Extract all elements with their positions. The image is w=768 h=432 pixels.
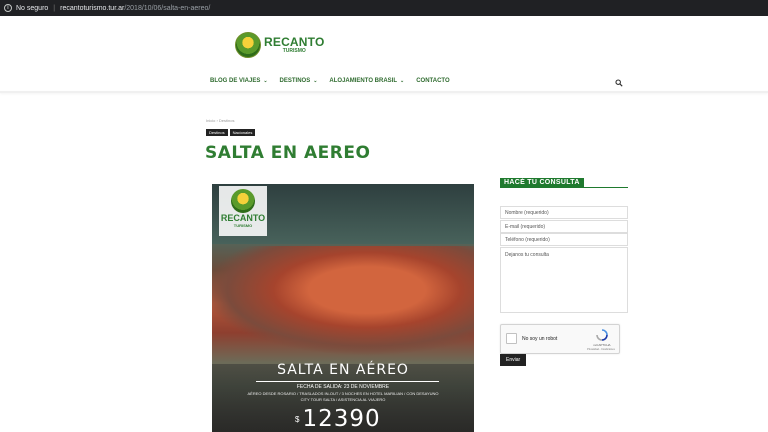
header-divider <box>0 91 768 93</box>
nav-item-alojamiento[interactable]: ALOJAMIENTO BRASIL ⌄ <box>329 78 404 84</box>
sidebar-title: HACÉ TU CONSULTA <box>500 178 584 187</box>
nav-item-contacto[interactable]: CONTACTO <box>416 78 449 84</box>
breadcrumb: Inicio › Destinos <box>206 118 234 123</box>
price-value: 12390 <box>302 406 381 432</box>
nav-label: DESTINOS <box>279 78 311 84</box>
hero-mountain <box>212 246 474 356</box>
chevron-down-icon: ⌄ <box>263 78 268 84</box>
palm-tree-icon <box>235 32 261 58</box>
page-title: SALTA EN AEREO <box>205 143 371 163</box>
recaptcha-widget: No soy un robot reCAPTCHA Privacidad - C… <box>500 324 620 354</box>
nav-label: ALOJAMIENTO BRASIL <box>329 78 397 84</box>
hero-description-line-1: AÉREO DESDE ROSARIO / TRASLADOS IN-OUT /… <box>247 391 439 396</box>
address-separator: | <box>53 4 56 12</box>
search-icon[interactable] <box>615 79 623 87</box>
submit-button[interactable]: Enviar <box>500 354 527 366</box>
sidebar-title-rule <box>500 187 628 188</box>
hero-divider <box>256 381 439 382</box>
hero-title: SALTA EN AÉREO <box>277 362 409 378</box>
url-domain[interactable]: recantoturismo.tur.ar <box>60 5 124 12</box>
tag-destinos[interactable]: Destinos <box>206 129 228 136</box>
hero-logo-subtitle: TURISMO <box>233 223 253 228</box>
hero-logo: RECANTO TURISMO <box>219 186 267 236</box>
hero-price: $ 12390 <box>295 406 381 432</box>
recaptcha-logo-icon <box>596 329 608 341</box>
price-currency: $ <box>295 415 300 424</box>
nav-item-destinos[interactable]: DESTINOS ⌄ <box>280 78 318 84</box>
recaptcha-terms[interactable]: Privacidad - Condiciones <box>581 348 621 351</box>
site-logo[interactable]: RECANTO TURISMO <box>235 32 325 58</box>
url-path[interactable]: /2018/10/06/salta-en-aereo/ <box>124 5 210 12</box>
main-nav: BLOG DE VIAJES ⌄ DESTINOS ⌄ ALOJAMIENTO … <box>210 78 462 84</box>
phone-field[interactable]: Teléfono (requerido) <box>500 233 628 246</box>
email-field[interactable]: E-mail (requerido) <box>500 220 628 233</box>
info-icon[interactable]: i <box>4 4 12 12</box>
nav-label: BLOG DE VIAJES <box>210 78 261 84</box>
category-tags: Destinos Nacionales <box>206 129 257 136</box>
breadcrumb-home[interactable]: Inicio <box>206 118 215 123</box>
hero-logo-brand: RECANTO <box>220 213 266 223</box>
recaptcha-brand: reCAPTCHA <box>593 343 611 347</box>
security-label: No seguro <box>16 4 49 12</box>
chevron-down-icon: ⌄ <box>313 78 318 84</box>
name-field[interactable]: Nombre (requerido) <box>500 206 628 219</box>
logo-brand: RECANTO <box>264 35 325 49</box>
nav-label: CONTACTO <box>416 78 450 84</box>
hero-date: FECHA DE SALIDA: 23 DE NOVIEMBRE <box>296 384 390 390</box>
breadcrumb-destinos[interactable]: Destinos <box>219 118 235 123</box>
recaptcha-label: No soy un robot <box>522 336 558 342</box>
nav-item-blog[interactable]: BLOG DE VIAJES ⌄ <box>210 78 268 84</box>
tag-nacionales[interactable]: Nacionales <box>229 129 256 136</box>
browser-address-bar[interactable]: i No seguro | recantoturismo.tur.ar /201… <box>0 0 768 16</box>
palm-tree-icon <box>231 189 255 213</box>
message-textarea[interactable]: Dejanos tu consulta <box>500 247 628 313</box>
chevron-down-icon: ⌄ <box>399 78 405 84</box>
recaptcha-checkbox[interactable] <box>506 333 517 344</box>
hero-description-line-2: CITY TOUR SALTA / ASISTENCIA AL VIAJERO <box>300 397 386 402</box>
